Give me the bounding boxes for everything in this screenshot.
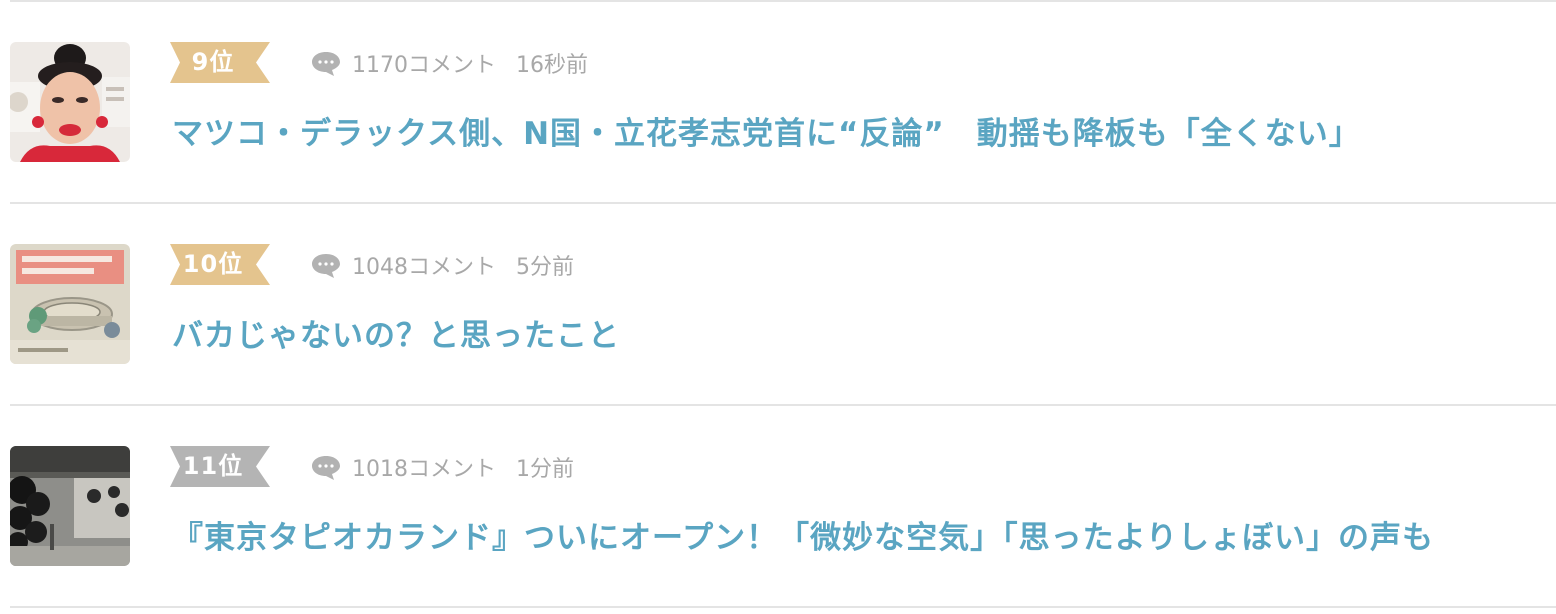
item-meta: 1170コメント 16秒前 xyxy=(310,46,588,80)
rank-badge: 11位 xyxy=(170,446,270,487)
thumbnail-image[interactable] xyxy=(10,244,130,364)
comment-icon xyxy=(312,456,340,480)
thumbnail-image[interactable] xyxy=(10,42,130,162)
ranking-item[interactable]: 9位 1170コメント 16秒前 マツコ・デラックス側、N国・立花孝志党首に“反… xyxy=(10,2,1556,202)
rank-badge: 10位 xyxy=(170,244,270,285)
timestamp: 1分前 xyxy=(516,457,574,482)
item-meta: 1048コメント 5分前 xyxy=(310,248,574,282)
rank-badge: 9位 xyxy=(170,42,270,83)
comment-icon xyxy=(312,52,340,76)
item-meta: 1018コメント 1分前 xyxy=(310,450,574,484)
timestamp: 5分前 xyxy=(516,255,574,280)
rank-label: 10位 xyxy=(182,250,244,278)
article-title-link[interactable]: 『東京タピオカランド』ついにオープン！「微妙な空気」「思ったよりしょぼい」の声も xyxy=(172,512,1434,557)
comment-icon xyxy=(312,254,340,278)
thumbnail-image[interactable] xyxy=(10,446,130,566)
ranking-item[interactable]: 11位 1018コメント 1分前 『東京タピオカランド』ついにオープン！「微妙な… xyxy=(10,406,1556,606)
divider xyxy=(10,606,1556,608)
comment-count: 1048コメント xyxy=(352,255,496,280)
ranking-list: 9位 1170コメント 16秒前 マツコ・デラックス側、N国・立花孝志党首に“反… xyxy=(10,0,1556,608)
ranking-item[interactable]: 10位 1048コメント 5分前 バカじゃないの？と思ったこと xyxy=(10,204,1556,404)
rank-label: 9位 xyxy=(191,48,235,76)
timestamp: 16秒前 xyxy=(516,53,588,78)
rank-label: 11位 xyxy=(182,452,244,480)
comment-count: 1170コメント xyxy=(352,53,496,78)
article-title-link[interactable]: マツコ・デラックス側、N国・立花孝志党首に“反論” 動揺も降板も「全くない」 xyxy=(172,108,1361,153)
article-title-link[interactable]: バカじゃないの？と思ったこと xyxy=(172,310,620,355)
comment-count: 1018コメント xyxy=(352,457,496,482)
